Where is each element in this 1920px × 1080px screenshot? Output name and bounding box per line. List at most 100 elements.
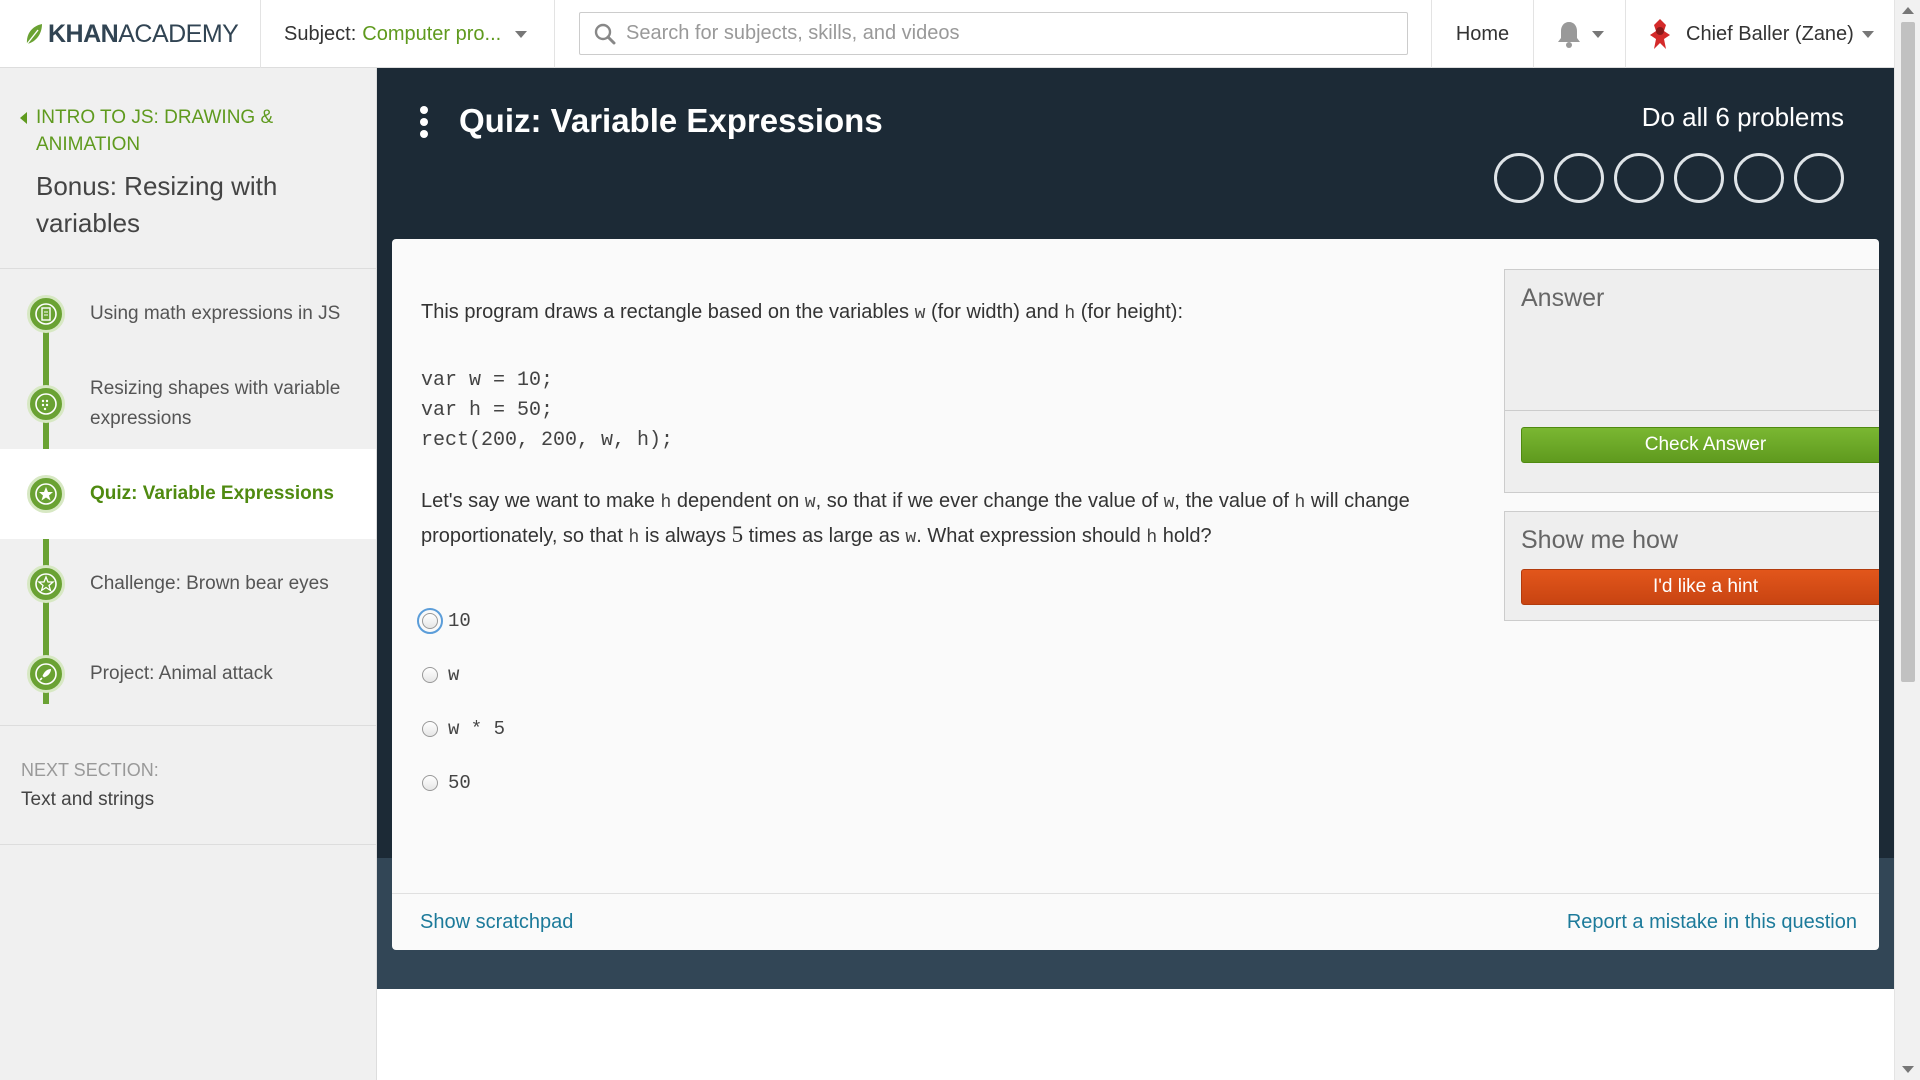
chevron-left-icon <box>20 112 27 124</box>
hint-panel: Show me how I'd like a hint <box>1504 511 1879 621</box>
talkthrough-icon <box>27 385 65 423</box>
home-link[interactable]: Home <box>1431 0 1534 68</box>
notifications-button[interactable] <box>1534 0 1626 68</box>
tutorial-sidebar: INTRO TO JS: DRAWING & ANIMATION Bonus: … <box>0 68 377 1080</box>
chevron-down-icon <box>515 30 528 38</box>
radio-button[interactable] <box>417 608 443 634</box>
sidebar-item-quiz-variable-expressions[interactable]: Quiz: Variable Expressions <box>0 449 376 539</box>
inline-code: h <box>1146 528 1158 548</box>
next-section-title: Text and strings <box>21 789 155 810</box>
sidebar-item-using-math-expressions[interactable]: Using math expressions in JS <box>0 269 376 359</box>
choice-label: 50 <box>448 772 471 794</box>
subject-dropdown[interactable]: Subject: Computer pro... <box>261 0 555 68</box>
user-menu[interactable]: Chief Baller (Zane) <box>1626 0 1894 68</box>
problem-progress-dots <box>1494 153 1844 203</box>
choice-label: w * 5 <box>448 718 506 740</box>
top-navigation-bar: KHANACADEMY Subject: Computer pro... Hom… <box>0 0 1894 68</box>
radio-button[interactable] <box>422 721 438 737</box>
show-scratchpad-link[interactable]: Show scratchpad <box>420 911 573 934</box>
choice-label: 10 <box>448 610 471 632</box>
tutorial-title: Bonus: Resizing with variables <box>36 171 278 238</box>
scroll-up-arrow-icon[interactable] <box>1902 7 1914 14</box>
page-title: Quiz: Variable Expressions <box>459 102 883 139</box>
sidebar-item-resizing-shapes[interactable]: Resizing shapes with variable expression… <box>0 359 376 449</box>
sidebar-item-project-animal-attack[interactable]: Project: Animal attack <box>0 629 376 719</box>
hint-button[interactable]: I'd like a hint <box>1521 569 1879 605</box>
choice-w-times-5[interactable]: w * 5 <box>422 702 505 756</box>
progress-dot <box>1494 153 1544 203</box>
code-block: var w = 10; var h = 50; rect(200, 200, w… <box>421 366 673 456</box>
question-text: Let's say we want to make h dependent on… <box>421 486 1421 554</box>
inline-code: h <box>628 528 640 548</box>
subject-value: Computer pro... <box>362 22 502 45</box>
question-fragment: times as large as <box>743 525 906 547</box>
logo-text-bold: KHAN <box>48 19 119 48</box>
intro-text: This program draws a rectangle based on … <box>421 301 915 323</box>
math-number: 5 <box>731 522 744 547</box>
sidebar-header: INTRO TO JS: DRAWING & ANIMATION Bonus: … <box>0 68 376 269</box>
back-to-topic-link[interactable]: INTRO TO JS: DRAWING & ANIMATION <box>20 104 356 158</box>
choice-w[interactable]: w <box>422 648 505 702</box>
problem-count-text: Do all 6 problems <box>1641 102 1844 132</box>
search-input[interactable] <box>626 13 1407 54</box>
khan-academy-logo[interactable]: KHAN ACADEMY <box>0 0 261 68</box>
progress-dot <box>1614 153 1664 203</box>
question-fragment: hold? <box>1157 525 1212 547</box>
sidebar-item-label: Resizing shapes with variable expression… <box>90 378 341 429</box>
avatar <box>1650 19 1670 49</box>
search-icon <box>594 23 616 44</box>
bell-icon <box>1557 22 1580 48</box>
inline-code: h <box>1294 493 1306 513</box>
answer-title: Answer <box>1521 284 1605 312</box>
logo-text-light: ACADEMY <box>118 19 239 48</box>
inline-code: w <box>1163 493 1175 513</box>
subject-label: Subject: <box>284 22 357 45</box>
inline-code: w <box>914 304 926 324</box>
code-line: rect(200, 200, w, h); <box>421 429 674 452</box>
question-fragment: , so that if we ever change the value of <box>815 490 1164 512</box>
back-to-topic-label: INTRO TO JS: DRAWING & ANIMATION <box>36 107 274 155</box>
search-box[interactable] <box>579 12 1408 55</box>
intro-text: (for height): <box>1075 301 1183 323</box>
chevron-down-icon <box>1861 30 1874 38</box>
leaf-icon <box>26 24 42 45</box>
question-fragment: is always <box>639 525 732 547</box>
answer-choices: 10 w w * 5 50 <box>417 594 505 810</box>
intro-text: (for width) and <box>925 301 1065 323</box>
question-intro: This program draws a rectangle based on … <box>421 301 1183 324</box>
sidebar-item-label: Challenge: Brown bear eyes <box>90 573 329 594</box>
code-line: var h = 50; <box>421 399 554 422</box>
question-fragment: dependent on <box>671 490 805 512</box>
check-answer-button[interactable]: Check Answer <box>1521 427 1879 463</box>
progress-dot <box>1674 153 1724 203</box>
progress-dot <box>1734 153 1784 203</box>
user-name: Chief Baller (Zane) <box>1686 22 1854 45</box>
code-line: var w = 10; <box>421 369 554 392</box>
radio-button[interactable] <box>422 667 438 683</box>
scrollbar-thumb[interactable] <box>1901 22 1915 682</box>
radio-button[interactable] <box>422 775 438 791</box>
next-section-label: NEXT SECTION: <box>21 760 159 780</box>
challenge-star-icon <box>27 565 65 603</box>
inline-code: w <box>905 528 917 548</box>
sidebar-item-challenge-brown-bear-eyes[interactable]: Challenge: Brown bear eyes <box>0 539 376 629</box>
scroll-down-arrow-icon[interactable] <box>1902 1066 1914 1073</box>
inline-code: h <box>1064 304 1076 324</box>
answer-panel: Answer Check Answer <box>1504 269 1879 493</box>
progress-dot <box>1794 153 1844 203</box>
sidebar-item-label: Project: Animal attack <box>90 663 273 684</box>
star-icon <box>27 475 65 513</box>
inline-code: h <box>660 493 672 513</box>
page-scrollbar[interactable] <box>1894 0 1920 1080</box>
article-icon <box>27 295 65 333</box>
question-footer: Show scratchpad Report a mistake in this… <box>392 893 1879 950</box>
hint-title: Show me how <box>1521 526 1679 554</box>
choice-10[interactable]: 10 <box>417 594 505 648</box>
choice-50[interactable]: 50 <box>422 756 505 810</box>
report-mistake-link[interactable]: Report a mistake in this question <box>1567 911 1857 934</box>
more-options-icon[interactable] <box>420 106 428 138</box>
question-fragment: , the value of <box>1174 490 1295 512</box>
quiz-header-band: Quiz: Variable Expressions Do all 6 prob… <box>377 68 1894 989</box>
question-fragment: . What expression should <box>916 525 1147 547</box>
next-section[interactable]: NEXT SECTION: Text and strings <box>0 725 376 845</box>
